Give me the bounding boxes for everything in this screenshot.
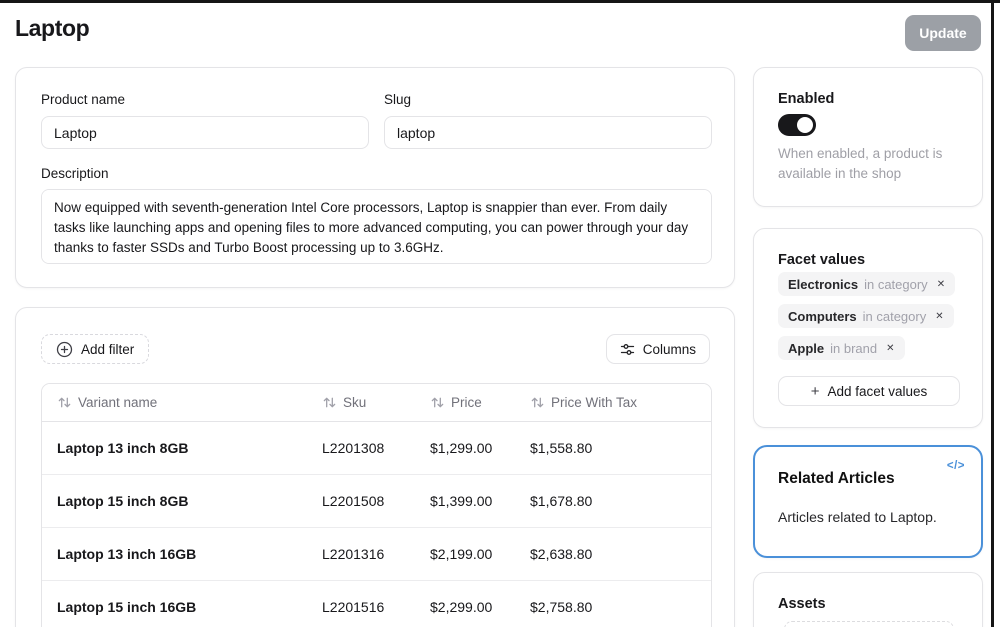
- facet-values-card: Facet values Electronics in category ✕ C…: [753, 228, 983, 428]
- product-detail-page: Laptop Update Product name Slug Descript…: [0, 0, 1000, 627]
- table-row[interactable]: Laptop 15 inch 16GB L2201516 $2,299.00 $…: [42, 581, 711, 627]
- variant-name-cell: Laptop 13 inch 16GB: [42, 546, 307, 562]
- facet-values-title: Facet values: [778, 252, 865, 268]
- enabled-title: Enabled: [778, 91, 834, 107]
- variant-name-cell: Laptop 13 inch 8GB: [42, 440, 307, 456]
- header-price-with-tax[interactable]: Price With Tax: [515, 395, 711, 410]
- price-with-tax-cell: $2,758.80: [515, 599, 711, 615]
- remove-facet-icon[interactable]: ✕: [935, 311, 943, 322]
- related-articles-card[interactable]: Related Articles </> Articles related to…: [753, 445, 983, 558]
- description-textarea[interactable]: Now equipped with seventh-generation Int…: [41, 189, 712, 264]
- code-icon: </>: [947, 460, 965, 472]
- price-with-tax-cell: $1,558.80: [515, 440, 711, 456]
- remove-facet-icon[interactable]: ✕: [886, 343, 894, 354]
- header-sku[interactable]: Sku: [307, 395, 415, 410]
- facet-chip-facet: in category: [864, 277, 928, 292]
- product-form-card: Product name Slug Description Now equipp…: [15, 67, 735, 288]
- header-label: Price: [451, 395, 482, 410]
- variant-name-cell: Laptop 15 inch 8GB: [42, 493, 307, 509]
- price-with-tax-cell: $1,678.80: [515, 493, 711, 509]
- columns-button[interactable]: Columns: [606, 334, 710, 364]
- description-label: Description: [41, 166, 109, 181]
- facet-chip-facet: in brand: [830, 341, 877, 356]
- price-cell: $2,299.00: [415, 599, 515, 615]
- sort-icon: [530, 395, 545, 410]
- asset-dropzone[interactable]: [784, 621, 954, 627]
- toggle-knob: [797, 117, 813, 133]
- sku-cell: L2201308: [307, 440, 415, 456]
- sku-cell: L2201316: [307, 546, 415, 562]
- header-label: Sku: [343, 395, 366, 410]
- sku-cell: L2201508: [307, 493, 415, 509]
- table-row[interactable]: Laptop 15 inch 8GB L2201508 $1,399.00 $1…: [42, 475, 711, 528]
- window-top-edge: [0, 0, 1000, 3]
- price-cell: $1,299.00: [415, 440, 515, 456]
- facet-chip-name: Electronics: [788, 277, 858, 292]
- variants-table: Variant name Sku Price Price With Tax La…: [41, 383, 712, 627]
- variants-card: Add filter Columns Variant name Sku: [15, 307, 735, 627]
- add-filter-button[interactable]: Add filter: [41, 334, 149, 364]
- columns-label: Columns: [643, 342, 696, 357]
- sort-icon: [322, 395, 337, 410]
- price-with-tax-cell: $2,638.80: [515, 546, 711, 562]
- add-facet-values-button[interactable]: + Add facet values: [778, 376, 960, 406]
- sort-icon: [430, 395, 445, 410]
- table-row[interactable]: Laptop 13 inch 8GB L2201308 $1,299.00 $1…: [42, 422, 711, 475]
- header-variant-name[interactable]: Variant name: [42, 395, 307, 410]
- facet-chip: Computers in category ✕: [778, 304, 954, 328]
- header-label: Price With Tax: [551, 395, 637, 410]
- update-button[interactable]: Update: [905, 15, 981, 51]
- plus-icon: +: [811, 383, 820, 400]
- add-facet-values-label: Add facet values: [827, 384, 927, 399]
- add-filter-label: Add filter: [81, 342, 134, 357]
- assets-card: Assets: [753, 572, 983, 627]
- table-row[interactable]: Laptop 13 inch 16GB L2201316 $2,199.00 $…: [42, 528, 711, 581]
- slug-input[interactable]: [384, 116, 712, 149]
- facet-chip-facet: in category: [863, 309, 927, 324]
- sliders-icon: [620, 342, 635, 357]
- price-cell: $1,399.00: [415, 493, 515, 509]
- header-price[interactable]: Price: [415, 395, 515, 410]
- circle-plus-icon: [56, 341, 73, 358]
- remove-facet-icon[interactable]: ✕: [937, 279, 945, 290]
- related-articles-description: Articles related to Laptop.: [778, 509, 937, 525]
- enabled-help-text: When enabled, a product is available in …: [778, 144, 964, 184]
- facet-chip: Electronics in category ✕: [778, 272, 955, 296]
- page-title: Laptop: [15, 15, 89, 42]
- facet-chip-name: Computers: [788, 309, 857, 324]
- price-cell: $2,199.00: [415, 546, 515, 562]
- window-right-edge: [991, 0, 994, 627]
- facet-chip: Apple in brand ✕: [778, 336, 905, 360]
- assets-title: Assets: [778, 596, 826, 612]
- product-name-input[interactable]: [41, 116, 369, 149]
- related-articles-title: Related Articles: [778, 470, 895, 488]
- sort-icon: [57, 395, 72, 410]
- sku-cell: L2201516: [307, 599, 415, 615]
- enabled-toggle[interactable]: [778, 114, 816, 136]
- facet-chip-name: Apple: [788, 341, 824, 356]
- variant-name-cell: Laptop 15 inch 16GB: [42, 599, 307, 615]
- product-name-label: Product name: [41, 92, 125, 107]
- enabled-card: Enabled When enabled, a product is avail…: [753, 67, 983, 207]
- table-header-row: Variant name Sku Price Price With Tax: [42, 384, 711, 422]
- slug-label: Slug: [384, 92, 411, 107]
- header-label: Variant name: [78, 395, 157, 410]
